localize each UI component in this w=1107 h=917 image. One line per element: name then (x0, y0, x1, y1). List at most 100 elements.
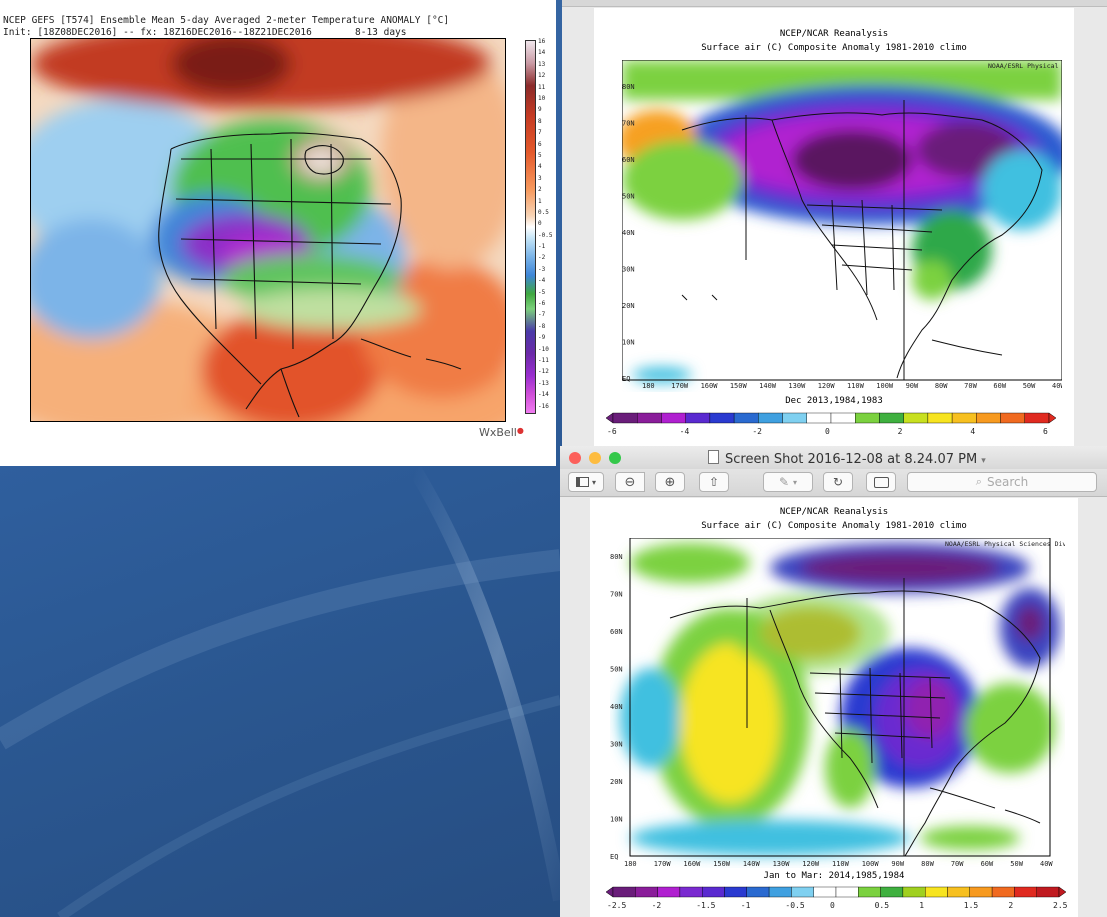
lon-label: 90W (906, 382, 919, 390)
colorbar-label: -5 (538, 288, 546, 296)
rotate-button[interactable]: ↻ (823, 472, 853, 492)
scale-swatch (768, 886, 792, 898)
lat-label: 70N (610, 591, 623, 599)
gefs-anomaly-map (30, 38, 506, 422)
lon-label: 110W (832, 860, 850, 868)
lat-label: 30N (622, 266, 635, 274)
colorbar-label: -13 (538, 379, 549, 387)
scale-label: 1 (919, 901, 924, 910)
scale-swatch (855, 412, 880, 424)
lon-label: 50W (1010, 860, 1023, 868)
lon-label: 130W (773, 860, 791, 868)
colorbar-label: 2 (538, 186, 542, 194)
lon-label: 40W (1052, 382, 1062, 390)
map-title: NCEP/NCAR Reanalysis (779, 507, 889, 517)
lon-label: 180 (642, 382, 655, 390)
scale-label: 2 (898, 427, 903, 436)
colorbar-label: -12 (538, 368, 549, 376)
lat-label: 80N (610, 553, 623, 561)
colorbar-label: -10 (538, 345, 549, 353)
colorbar-label: -1 (538, 243, 546, 251)
zoom-out-button[interactable]: ⊖ (615, 472, 645, 492)
lon-label: 160W (683, 860, 701, 868)
window-title: Screen Shot 2016-12-08 at 8.24.07 PM ▾ (708, 450, 986, 467)
pen-icon: ✎ (778, 475, 790, 489)
zoom-in-icon: ⊕ (664, 474, 676, 490)
colorbar-label: -3 (538, 265, 546, 273)
minimize-button[interactable] (589, 452, 601, 464)
lon-label: 170W (654, 860, 672, 868)
scale-arrow-right (1048, 412, 1057, 424)
scale-swatch (709, 412, 735, 424)
colorbar-label: 4 (538, 163, 542, 171)
scale-swatch (791, 886, 814, 898)
lon-label: 100W (862, 860, 880, 868)
scale-label: -2.5 (607, 901, 626, 910)
toolbox-button[interactable] (866, 472, 896, 492)
scale-arrow-left (605, 412, 614, 424)
scale-label: 0 (825, 427, 830, 436)
reanalysis-dec-window[interactable]: NCEP/NCAR Reanalysis Surface air (C) Com… (562, 0, 1107, 446)
share-button[interactable]: ⇧ (699, 472, 729, 492)
search-field[interactable]: ⌕ Search (907, 472, 1097, 492)
toolbox-icon (873, 476, 889, 488)
colorbar-label: 3 (538, 174, 542, 182)
scale-swatch (947, 886, 970, 898)
lat-label: EQ (610, 853, 618, 861)
lon-label: 90W (891, 860, 904, 868)
scale-swatch (858, 886, 881, 898)
lon-label: 170W (671, 382, 689, 390)
gefs-init-line: Init: [18Z08DEC2016] -- fx: 18Z16DEC2016… (3, 27, 312, 38)
zoom-in-button[interactable]: ⊕ (655, 472, 685, 492)
map-caption: Dec 2013,1984,1983 (785, 396, 883, 406)
lon-label: 80W (921, 860, 934, 868)
lat-label: 10N (622, 339, 635, 347)
zoom-button[interactable] (609, 452, 621, 464)
scale-swatch (903, 412, 929, 424)
markup-button[interactable]: ✎ ▾ (763, 472, 813, 492)
scale-arrow-left (605, 886, 614, 898)
preview-window[interactable]: Screen Shot 2016-12-08 at 8.24.07 PM ▾ ▾ … (560, 446, 1107, 917)
colorbar-label: -16 (538, 402, 549, 410)
lat-label: 50N (610, 666, 623, 674)
sidebar-toggle-button[interactable]: ▾ (568, 472, 604, 492)
gefs-map-window[interactable]: NCEP GEFS [T574] Ensemble Mean 5-day Ave… (0, 0, 556, 466)
colorbar-label: 16 (538, 38, 546, 45)
lon-label: 70W (951, 860, 964, 868)
colorbar-label: 13 (538, 60, 546, 68)
scale-swatch (758, 412, 783, 424)
share-icon: ⇧ (708, 475, 720, 489)
lon-label: 40W (1040, 860, 1053, 868)
title-chevron-icon[interactable]: ▾ (981, 456, 986, 466)
lon-label: 150W (730, 382, 748, 390)
scale-label: 0 (830, 901, 835, 910)
sidebar-icon (575, 477, 589, 487)
scale-swatch (1014, 886, 1037, 898)
scale-swatch (657, 886, 681, 898)
scale-swatch (782, 412, 807, 424)
colorbar-label: -4 (538, 277, 546, 285)
preview-titlebar[interactable]: Screen Shot 2016-12-08 at 8.24.07 PM ▾ (560, 446, 1107, 470)
scale-label: -2 (652, 901, 662, 910)
close-button[interactable] (569, 452, 581, 464)
colorbar-label: -6 (538, 300, 546, 308)
colorbar-label: 11 (538, 83, 546, 91)
scale-swatch (879, 412, 904, 424)
scale-label: -4 (680, 427, 690, 436)
lon-label: 70W (964, 382, 977, 390)
lon-label: 110W (847, 382, 865, 390)
lat-label: 40N (610, 703, 623, 711)
lon-label: 100W (876, 382, 894, 390)
map-subtitle: Surface air (C) Composite Anomaly 1981-2… (701, 521, 967, 531)
scale-swatch (880, 886, 904, 898)
scale-label: 4 (970, 427, 975, 436)
document-icon (708, 450, 719, 464)
scale-swatch (1024, 412, 1050, 424)
lat-label: 70N (622, 120, 635, 128)
scale-label: -6 (607, 427, 617, 436)
colorbar-label: 1 (538, 197, 542, 205)
lon-label: 160W (701, 382, 719, 390)
scale-swatch (685, 412, 711, 424)
scale-swatch (925, 886, 948, 898)
scale-swatch (830, 412, 856, 424)
